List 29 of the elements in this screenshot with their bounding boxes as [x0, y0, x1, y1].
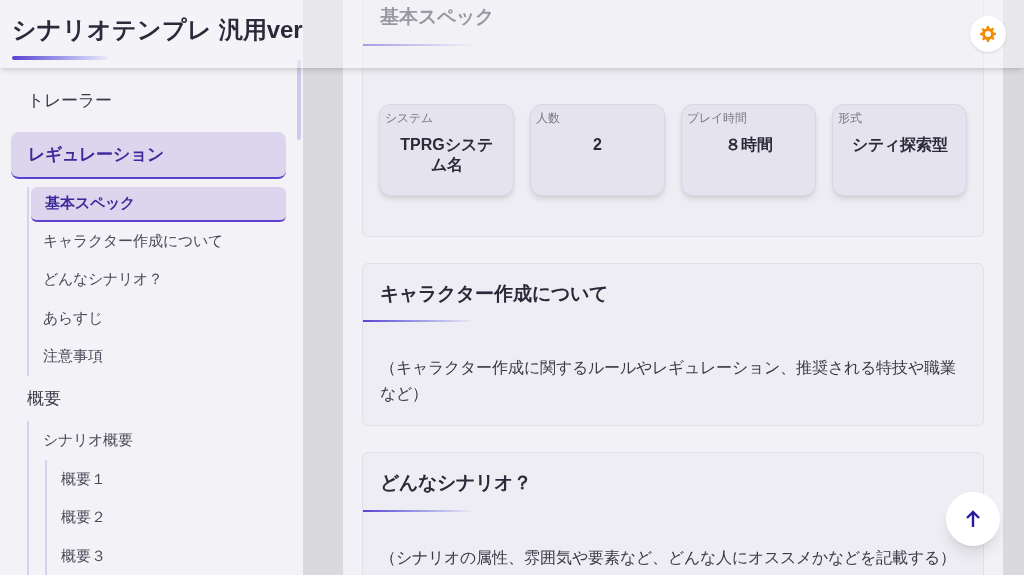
nav-link[interactable]: 基本スペック	[31, 187, 286, 222]
section-heading: 基本スペック	[379, 5, 495, 29]
nav-link[interactable]: 注意事項	[29, 337, 286, 376]
spec-label: 人数	[536, 110, 561, 125]
scrollbar-thumb[interactable]	[297, 60, 301, 140]
nav-link[interactable]: トレーラー	[11, 78, 286, 124]
site-title: シナリオテンプレ 汎用ver	[12, 15, 303, 45]
spec-value: 2	[592, 134, 603, 155]
spec-label: プレイ時間	[687, 110, 748, 125]
nav-link[interactable]: レギュレーション	[11, 131, 286, 179]
nav-link[interactable]: 概要	[11, 375, 286, 421]
section-heading: どんなシナリオ？	[379, 471, 533, 495]
spec-label: システム	[385, 110, 434, 125]
nav-link[interactable]: キャラクター作成について	[29, 221, 286, 260]
nav-link[interactable]: 概要２	[47, 498, 286, 537]
spec-value: TPRGシステム名	[399, 134, 494, 175]
section-text: （キャラクター作成に関するルールやレギュレーション、推奨される特技や職業など）	[380, 358, 957, 404]
nav-link[interactable]: 概要３	[47, 536, 286, 575]
nav-link[interactable]: 概要１	[47, 459, 286, 498]
spec-value: ８時間	[723, 134, 774, 155]
spec-label: 形式	[838, 110, 863, 125]
nav-link[interactable]: あらすじ	[29, 298, 286, 337]
section-text: （シナリオの属性、雰囲気や要素など、どんな人にオススメかなどを記載する）	[380, 547, 957, 568]
nav-link[interactable]: どんなシナリオ？	[29, 260, 286, 299]
section-heading: キャラクター作成について	[379, 281, 609, 306]
nav-link[interactable]: シナリオ概要	[29, 421, 286, 460]
up-arrow-icon	[965, 510, 981, 528]
gear-icon	[980, 26, 996, 42]
spec-value: シティ探索型	[850, 134, 949, 155]
